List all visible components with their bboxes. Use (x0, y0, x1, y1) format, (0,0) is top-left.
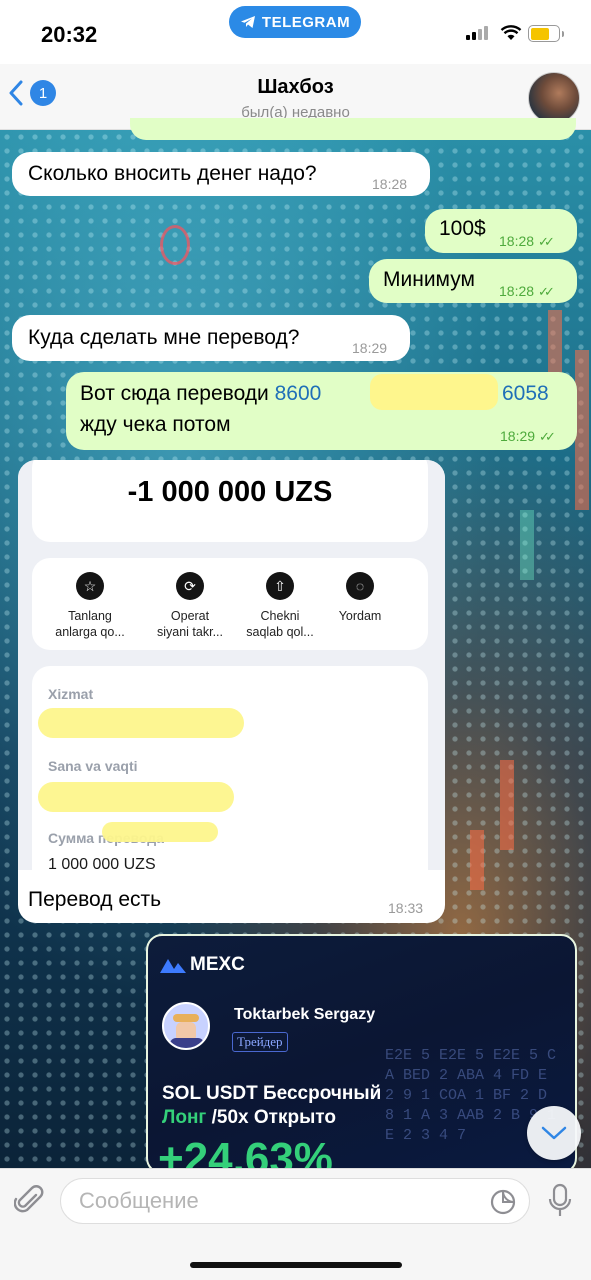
time-value: 18:28 (499, 283, 535, 299)
trade-pair-line1: SOL USDT Бессрочный (162, 1083, 382, 1104)
message-time: 18:28 ✓✓ (499, 278, 555, 305)
message-text-part: Вот сюда переводи (80, 382, 275, 405)
card-number-start[interactable]: 8600 (275, 382, 322, 405)
trader-name: Toktarbek Sergazy (234, 1006, 376, 1023)
action-label: Yordam (338, 609, 382, 623)
action-label: Tanlang (68, 609, 112, 623)
home-indicator (190, 1262, 402, 1268)
paper-plane-icon (240, 16, 255, 28)
action-label-2: anlarga qo... (55, 625, 125, 639)
field-value-amount: 1 000 000 UZS (48, 856, 156, 873)
share-icon: ⇧ (266, 572, 294, 600)
telegram-pill[interactable]: TELEGRAM (229, 6, 361, 38)
double-check-icon: ✓✓ (539, 429, 556, 444)
action-help: ◌ Yordam (318, 572, 402, 624)
chat-icon: ◌ (346, 572, 374, 600)
message-text: Куда сделать мне перевод? (28, 326, 300, 349)
receipt-amount: -1 000 000 UZS (127, 476, 333, 508)
message-bubble[interactable]: 100$ 18:28 ✓✓ (425, 209, 577, 253)
time-value: 18:28 (499, 233, 535, 249)
status-bar: 20:32 TELEGRAM (0, 0, 591, 64)
message-time: 18:29 (352, 340, 388, 356)
message-text: Минимум (383, 268, 475, 291)
contact-avatar[interactable] (528, 72, 580, 124)
action-label: Operat (170, 609, 210, 623)
message-bubble-partial (130, 118, 576, 140)
double-check-icon: ✓✓ (538, 284, 555, 299)
redaction-highlight (370, 374, 498, 410)
action-favorite: ☆ Tanlang anlarga qo... (48, 572, 132, 640)
telegram-pill-label: TELEGRAM (261, 13, 351, 31)
trader-tag: Трейдер (232, 1032, 288, 1052)
redaction-scribble (38, 708, 244, 738)
trade-leverage: /50x Открыто (206, 1107, 336, 1128)
trader-avatar (162, 1002, 210, 1050)
mexc-brand: MEXC (190, 954, 245, 975)
field-label-service: Xizmat (48, 686, 94, 702)
scroll-down-button[interactable] (527, 1106, 581, 1160)
message-text: 100$ (439, 217, 486, 240)
message-time: 18:29 ✓✓ (500, 423, 556, 450)
message-text-line2: жду чека потом (80, 413, 231, 436)
trade-pair: SOL USDT Бессрочный Лонг /50x Открыто (162, 1082, 381, 1130)
actions-card: ☆ Tanlang anlarga qo... ⟳ Operat siyani … (32, 558, 428, 650)
chevron-down-icon (541, 1126, 567, 1140)
action-label-2: saqlab qol... (246, 625, 314, 639)
star-icon: ☆ (76, 572, 104, 600)
field-label-date: Sana va vaqti (48, 758, 138, 774)
sticker-icon[interactable] (490, 1189, 516, 1215)
action-label: Chekni (260, 609, 300, 623)
receipt-photo-message[interactable]: -1 000 000 UZS ☆ Tanlang anlarga qo... ⟳… (18, 460, 445, 923)
message-text: Сколько вносить денег надо? (28, 162, 317, 185)
cellular-signal-icon (466, 26, 488, 40)
mexc-logo: MEXC (160, 954, 245, 976)
wifi-icon (500, 25, 522, 40)
amount-card: -1 000 000 UZS (32, 460, 428, 542)
mexc-trade-card[interactable]: E2E 5 E2E 5 E2E 5 CA BED 2 ABA 4 FD E 2 … (146, 934, 577, 1174)
action-label-2: siyani takr... (157, 625, 223, 639)
message-bubble[interactable]: Минимум 18:28 ✓✓ (369, 259, 577, 303)
message-time: 18:33 (388, 900, 424, 916)
receipt-image: -1 000 000 UZS ☆ Tanlang anlarga qo... ⟳… (18, 460, 445, 906)
message-caption: Перевод есть (28, 888, 162, 911)
details-card: Xizmat Sana va vaqti Сумма перевода 1 00… (32, 666, 428, 906)
message-input[interactable] (60, 1178, 530, 1224)
action-repeat: ⟳ Operat siyani takr... (148, 572, 232, 640)
chat-title[interactable]: Шахбоз (0, 76, 591, 99)
card-number-end[interactable]: 6058 (502, 381, 549, 407)
message-bubble[interactable]: Вот сюда переводи 8600 6058 жду чека пот… (66, 372, 577, 450)
trade-pair-line2: Лонг /50x Открыто (162, 1106, 381, 1130)
battery-icon (528, 25, 564, 42)
message-time: 18:28 ✓✓ (499, 228, 555, 255)
trade-side: Лонг (162, 1107, 207, 1128)
action-save: ⇧ Chekni saqlab qol... (238, 572, 322, 640)
redaction-scribble (38, 782, 234, 812)
double-check-icon: ✓✓ (538, 234, 555, 249)
message-time: 18:28 (372, 176, 408, 192)
redaction-scribble (102, 822, 218, 842)
clock: 20:32 (41, 22, 98, 47)
message-bubble[interactable]: Сколько вносить денег надо? 18:28 (12, 152, 430, 196)
mexc-logo-icon (160, 959, 186, 973)
message-bubble[interactable]: Куда сделать мне перевод? 18:29 (12, 315, 410, 361)
time-value: 18:29 (500, 428, 536, 444)
paperclip-icon[interactable] (14, 1183, 44, 1217)
microphone-icon[interactable] (548, 1183, 572, 1219)
repeat-icon: ⟳ (176, 572, 204, 600)
